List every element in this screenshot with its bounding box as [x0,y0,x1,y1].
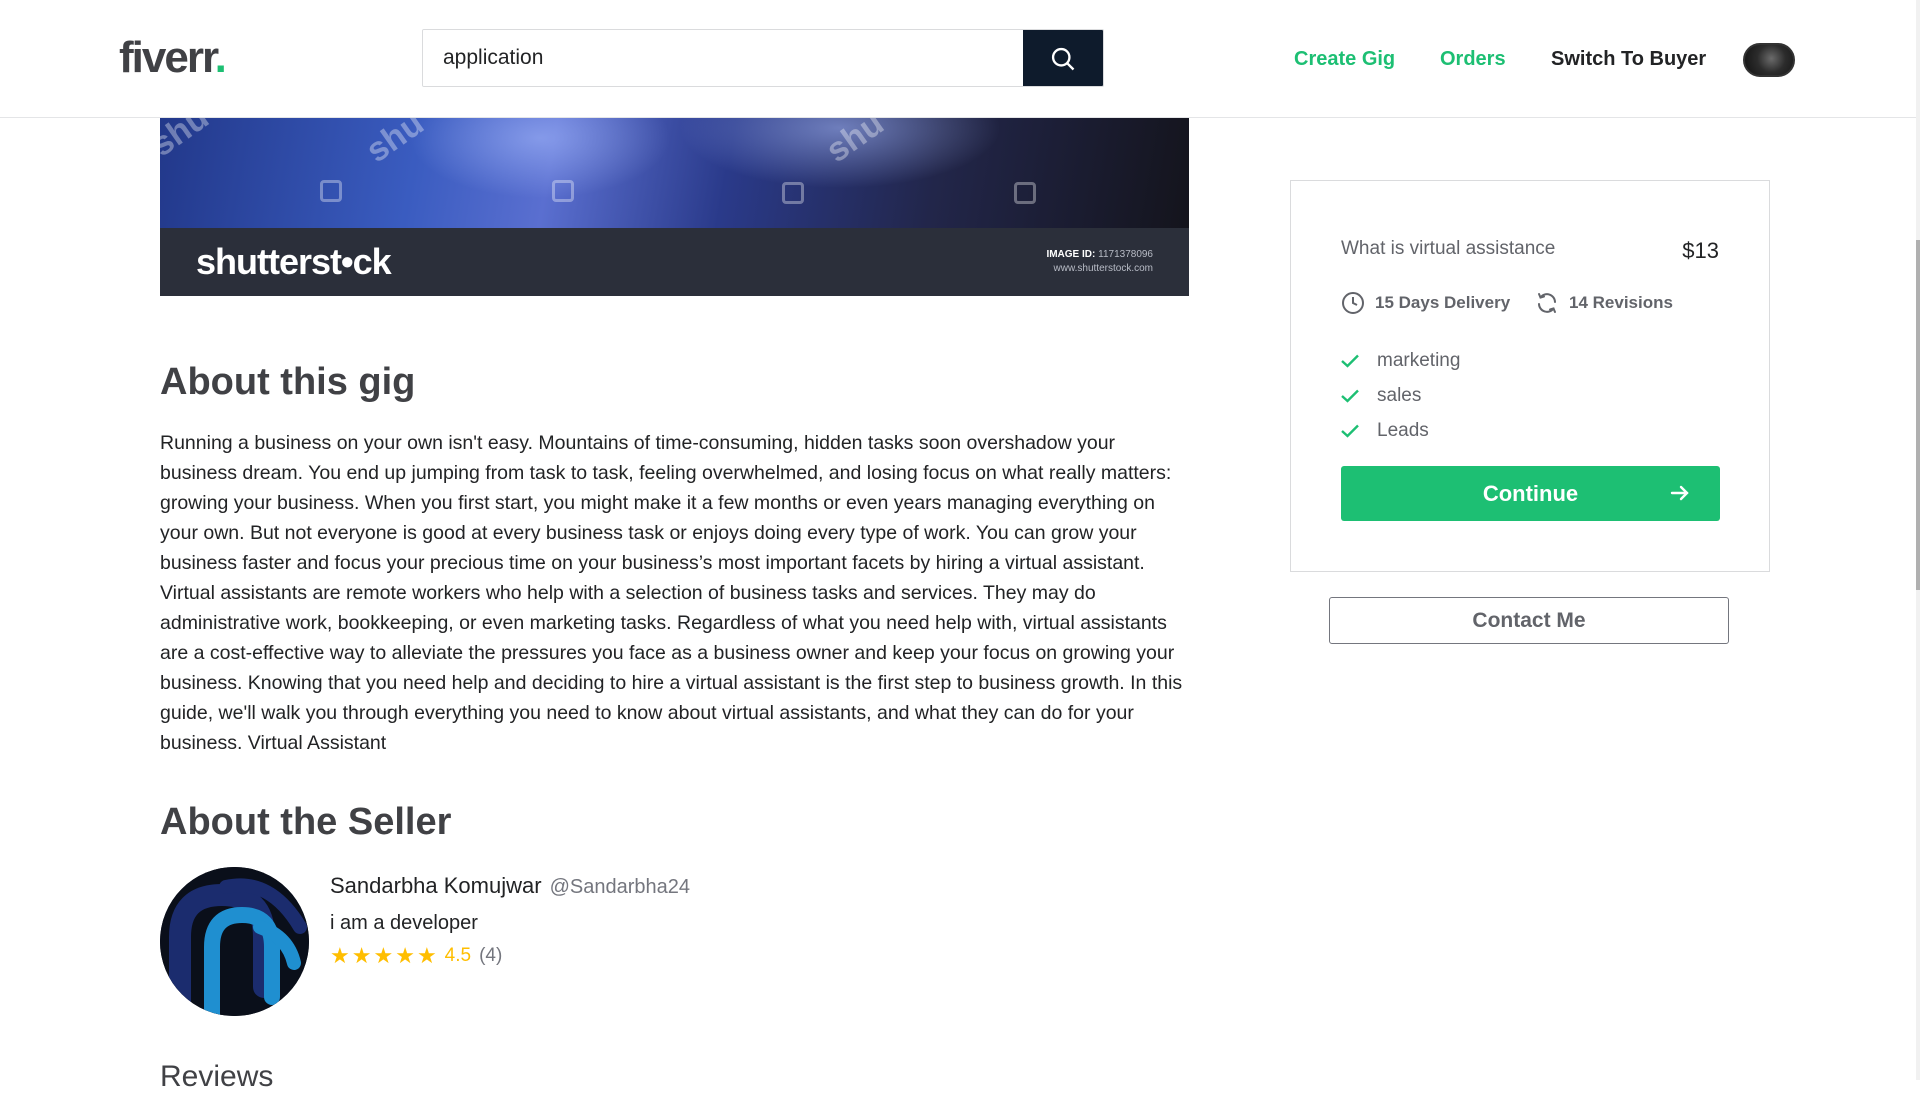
revisions-info: 14 Revisions [1535,291,1673,315]
package-title: What is virtual assistance [1341,238,1556,259]
watermark-square [320,180,342,202]
gig-image-photo: shu shu shu [160,118,1189,228]
seller-name[interactable]: Sandarbha Komujwar [330,873,542,898]
feature-label: sales [1377,384,1422,406]
search-button[interactable] [1023,30,1103,86]
feature-item: sales [1341,378,1460,413]
shutterstock-logo: shutterst•ck [196,241,392,282]
top-header: fiverr. Create Gig Orders Switch To Buye… [0,0,1916,118]
check-icon [1341,424,1377,438]
continue-button[interactable]: Continue [1341,466,1720,521]
star-icon: ★ [330,943,350,968]
star-icon: ★ [373,943,394,968]
refresh-icon [1538,293,1556,313]
check-icon [1341,389,1377,403]
fiverr-logo[interactable]: fiverr. [119,33,227,82]
reviews-heading: Reviews [160,1060,274,1093]
seller-avatar[interactable] [160,867,309,1016]
page-scrollbar-thumb[interactable] [1916,240,1920,590]
revisions-text: 14 Revisions [1569,293,1673,312]
user-avatar[interactable] [1743,43,1795,77]
star-icon: ★ [395,943,415,968]
logo-dot: . [214,33,227,82]
switch-to-buyer-link[interactable]: Switch To Buyer [1551,46,1706,72]
arrow-right-icon [1670,485,1689,501]
star-icon: ★ [351,943,372,968]
seller-logo-icon [160,867,309,1016]
logo-text: fiverr [119,33,217,82]
feature-label: marketing [1377,349,1461,371]
gig-image: shu shu shu shutterst•ck IMAGE ID: 11713… [160,118,1189,296]
watermark-square [1014,182,1036,204]
about-gig-heading: About this gig [160,361,416,403]
seller-bio: i am a developer [330,912,478,934]
star-icon: ★ [416,943,437,968]
search-icon [1051,47,1075,71]
feature-item: marketing [1341,343,1460,378]
rating-count: (4) [479,945,503,966]
feature-label: Leads [1377,419,1429,441]
seller-rating: ★ ★ ★ ★ ★ 4.5 (4) [330,944,502,968]
watermark-square [782,182,804,204]
seller-name-row: Sandarbha Komujwar @Sandarbha24 [330,872,690,901]
continue-label: Continue [1482,480,1579,506]
create-gig-link[interactable]: Create Gig [1294,46,1395,72]
shutterstock-bar: shutterst•ck IMAGE ID: 1171378096 www.sh… [160,228,1189,296]
orders-link[interactable]: Orders [1440,46,1506,72]
image-id-value: 1171378096 [1098,249,1153,260]
check-icon [1341,354,1377,368]
clock-icon [1342,292,1364,314]
feature-item: Leads [1341,413,1460,448]
image-id: IMAGE ID: 1171378096 www.shutterstock.co… [1046,248,1153,276]
delivery-text: 15 Days Delivery [1375,293,1511,312]
image-id-label: IMAGE ID: [1046,249,1096,260]
about-seller-heading: About the Seller [160,801,452,843]
rating-value: 4.5 [444,945,472,966]
seller-handle: @Sandarbha24 [549,876,690,898]
gig-description: Running a business on your own isn't eas… [160,432,1183,754]
image-site: www.shutterstock.com [1053,263,1153,274]
package-price: $13 [1682,238,1719,263]
feature-list: marketing sales Leads [1341,343,1460,448]
watermark-text: shu [160,118,216,164]
contact-me-button[interactable]: Contact Me [1329,597,1729,644]
search-bar [422,29,1104,87]
package-card: What is virtual assistance $13 15 Days D… [1290,180,1770,572]
delivery-info: 15 Days Delivery [1341,291,1510,315]
watermark-square [552,180,574,202]
search-input[interactable] [423,30,1023,86]
